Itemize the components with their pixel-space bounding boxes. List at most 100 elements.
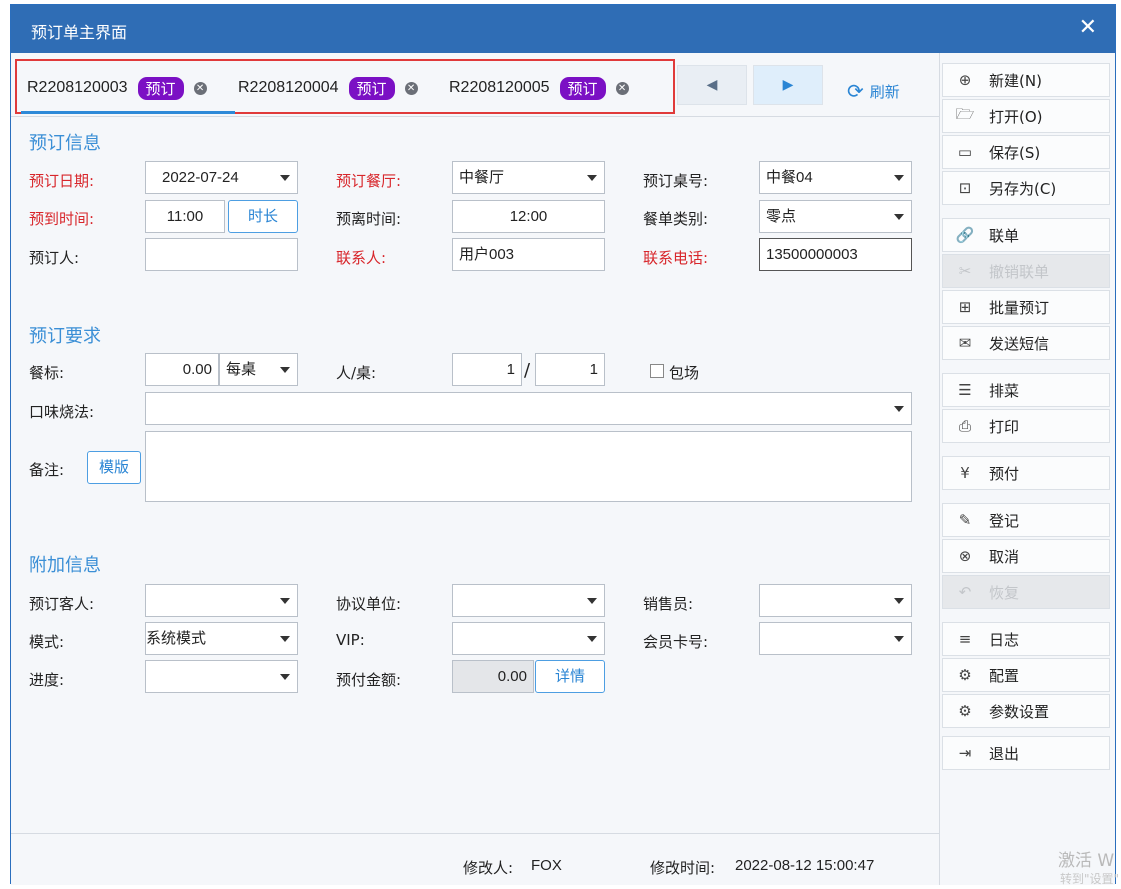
open-button[interactable]: 🗁 打开(O) — [942, 99, 1110, 133]
modifier-value: FOX — [531, 857, 562, 874]
refresh-button[interactable]: ⟳ 刷新 — [847, 79, 900, 103]
chevron-down-icon — [280, 598, 290, 604]
chevron-down-icon — [587, 636, 597, 642]
tables-input[interactable]: 1 — [535, 353, 605, 386]
tab-close-icon[interactable]: ✕ — [615, 81, 629, 95]
contact-input[interactable]: 用户003 — [452, 238, 605, 271]
config-button[interactable]: ⚙ 配置 — [942, 658, 1110, 692]
taste-select[interactable] — [145, 392, 912, 425]
modifier-label: 修改人: — [463, 859, 514, 877]
mode-select[interactable]: 系统模式 — [145, 622, 298, 655]
remark-textarea[interactable] — [145, 431, 912, 502]
sales-select[interactable] — [759, 584, 912, 617]
arrange-dishes-button[interactable]: ☰ 排菜 — [942, 373, 1110, 407]
guest-label: 预订客人: — [29, 595, 95, 613]
activation-watermark-hint: 转到"设置" — [1060, 872, 1120, 886]
section-title-info: 预订信息 — [29, 133, 101, 154]
exit-icon: ⇥ — [958, 744, 972, 762]
modified-time-value: 2022-08-12 15:00:47 — [735, 857, 875, 874]
folder-icon: 🗁 — [955, 104, 975, 123]
menu-label: 打开(O) — [989, 107, 1043, 126]
table-no-select[interactable]: 中餐04 — [759, 161, 912, 194]
menu-label: 配置 — [989, 666, 1020, 685]
leave-time-input[interactable]: 12:00 — [452, 200, 605, 233]
order-tab-id: R2208120004 — [238, 79, 339, 96]
progress-select[interactable] — [145, 660, 298, 693]
duration-button[interactable]: 时长 — [228, 200, 298, 233]
new-button[interactable]: ⊕ 新建(N) — [942, 63, 1110, 97]
menu-label: 联单 — [989, 226, 1020, 245]
undo-icon: ↶ — [958, 583, 972, 601]
exit-button[interactable]: ⇥ 退出 — [942, 736, 1110, 770]
modified-time-label: 修改时间: — [650, 859, 716, 877]
chevron-down-icon — [280, 367, 290, 373]
agreement-select[interactable] — [452, 584, 605, 617]
whole-venue-label: 包场 — [669, 364, 700, 382]
tabs-highlight-frame: R2208120003 预订 ✕ R2208120004 预订 ✕ R22081… — [15, 59, 675, 114]
vip-select[interactable] — [452, 622, 605, 655]
prepay-button[interactable]: ¥ 预付 — [942, 456, 1110, 490]
list-icon: ☰ — [958, 381, 972, 399]
order-tab[interactable]: R2208120005 预订 ✕ — [449, 75, 629, 101]
next-tab-button[interactable]: ▶ — [753, 65, 823, 105]
booker-input[interactable] — [145, 238, 298, 271]
tab-close-icon[interactable]: ✕ — [404, 81, 418, 95]
window-title: 预订单主界面 — [31, 23, 128, 42]
gear-icon: ⚙ — [958, 702, 972, 720]
prepay-amount: 0.00 — [452, 660, 534, 693]
standard-unit-select[interactable]: 每桌 — [219, 353, 298, 386]
date-select[interactable]: 2022-07-24 — [145, 161, 298, 194]
link-order-button[interactable]: 🔗 联单 — [942, 218, 1110, 252]
prev-tab-button[interactable]: ◀ — [677, 65, 747, 105]
standard-input[interactable]: 0.00 — [145, 353, 219, 386]
hall-select[interactable]: 中餐厅 — [452, 161, 605, 194]
x-circle-icon: ⊗ — [958, 547, 972, 565]
menu-type-label: 餐单类别: — [643, 210, 709, 228]
contact-label: 联系人: — [336, 249, 387, 267]
title-bar: 预订单主界面 ✕ — [11, 5, 1115, 53]
status-badge: 预订 — [137, 76, 184, 100]
order-tab-id: R2208120003 — [27, 79, 128, 96]
save-as-button[interactable]: ⊡ 另存为(C) — [942, 171, 1110, 205]
send-sms-button[interactable]: ✉ 发送短信 — [942, 326, 1110, 360]
batch-booking-button[interactable]: ⊞ 批量预订 — [942, 290, 1110, 324]
menu-label: 取消 — [989, 547, 1020, 566]
people-input[interactable]: 1 — [452, 353, 522, 386]
section-title-require: 预订要求 — [29, 326, 101, 347]
save-button[interactable]: ▭ 保存(S) — [942, 135, 1110, 169]
prepay-detail-button[interactable]: 详情 — [535, 660, 605, 693]
chevron-down-icon — [894, 214, 904, 220]
card-select[interactable] — [759, 622, 912, 655]
arrive-time-input[interactable]: 11:00 — [145, 200, 225, 233]
guest-select[interactable] — [145, 584, 298, 617]
register-button[interactable]: ✎ 登记 — [942, 503, 1110, 537]
people-label: 人/桌: — [336, 364, 377, 382]
menu-label: 发送短信 — [989, 334, 1050, 353]
order-tab[interactable]: R2208120003 预订 ✕ — [27, 75, 207, 101]
chevron-down-icon — [280, 674, 290, 680]
phone-input[interactable]: 13500000003 — [759, 238, 912, 271]
menu-type-select[interactable]: 零点 — [759, 200, 912, 233]
envelope-icon: ✉ — [958, 334, 972, 352]
tab-close-icon[interactable]: ✕ — [193, 81, 207, 95]
order-tab[interactable]: R2208120004 预订 ✕ — [238, 75, 418, 101]
whole-venue-checkbox[interactable] — [650, 364, 664, 378]
menu-label: 批量预订 — [989, 298, 1050, 317]
unlink-order-button[interactable]: ✂ 撤销联单 — [942, 254, 1110, 288]
parameter-settings-button[interactable]: ⚙ 参数设置 — [942, 694, 1110, 728]
yen-circle-icon: ¥ — [960, 464, 970, 482]
chevron-down-icon — [894, 175, 904, 181]
order-tab-id: R2208120005 — [449, 79, 550, 96]
status-badge: 预订 — [348, 76, 395, 100]
sales-label: 销售员: — [643, 595, 694, 613]
template-button[interactable]: 模版 — [87, 451, 141, 484]
print-button[interactable]: ⎙ 打印 — [942, 409, 1110, 443]
unlink-icon: ✂ — [958, 262, 972, 280]
log-button[interactable]: ≡ 日志 — [942, 622, 1110, 656]
booker-label: 预订人: — [29, 249, 80, 267]
close-icon[interactable]: ✕ — [1079, 15, 1097, 40]
cancel-button[interactable]: ⊗ 取消 — [942, 539, 1110, 573]
restore-button[interactable]: ↶ 恢复 — [942, 575, 1110, 609]
document-icon: ≡ — [958, 630, 972, 648]
chevron-right-icon: ▶ — [782, 77, 794, 93]
